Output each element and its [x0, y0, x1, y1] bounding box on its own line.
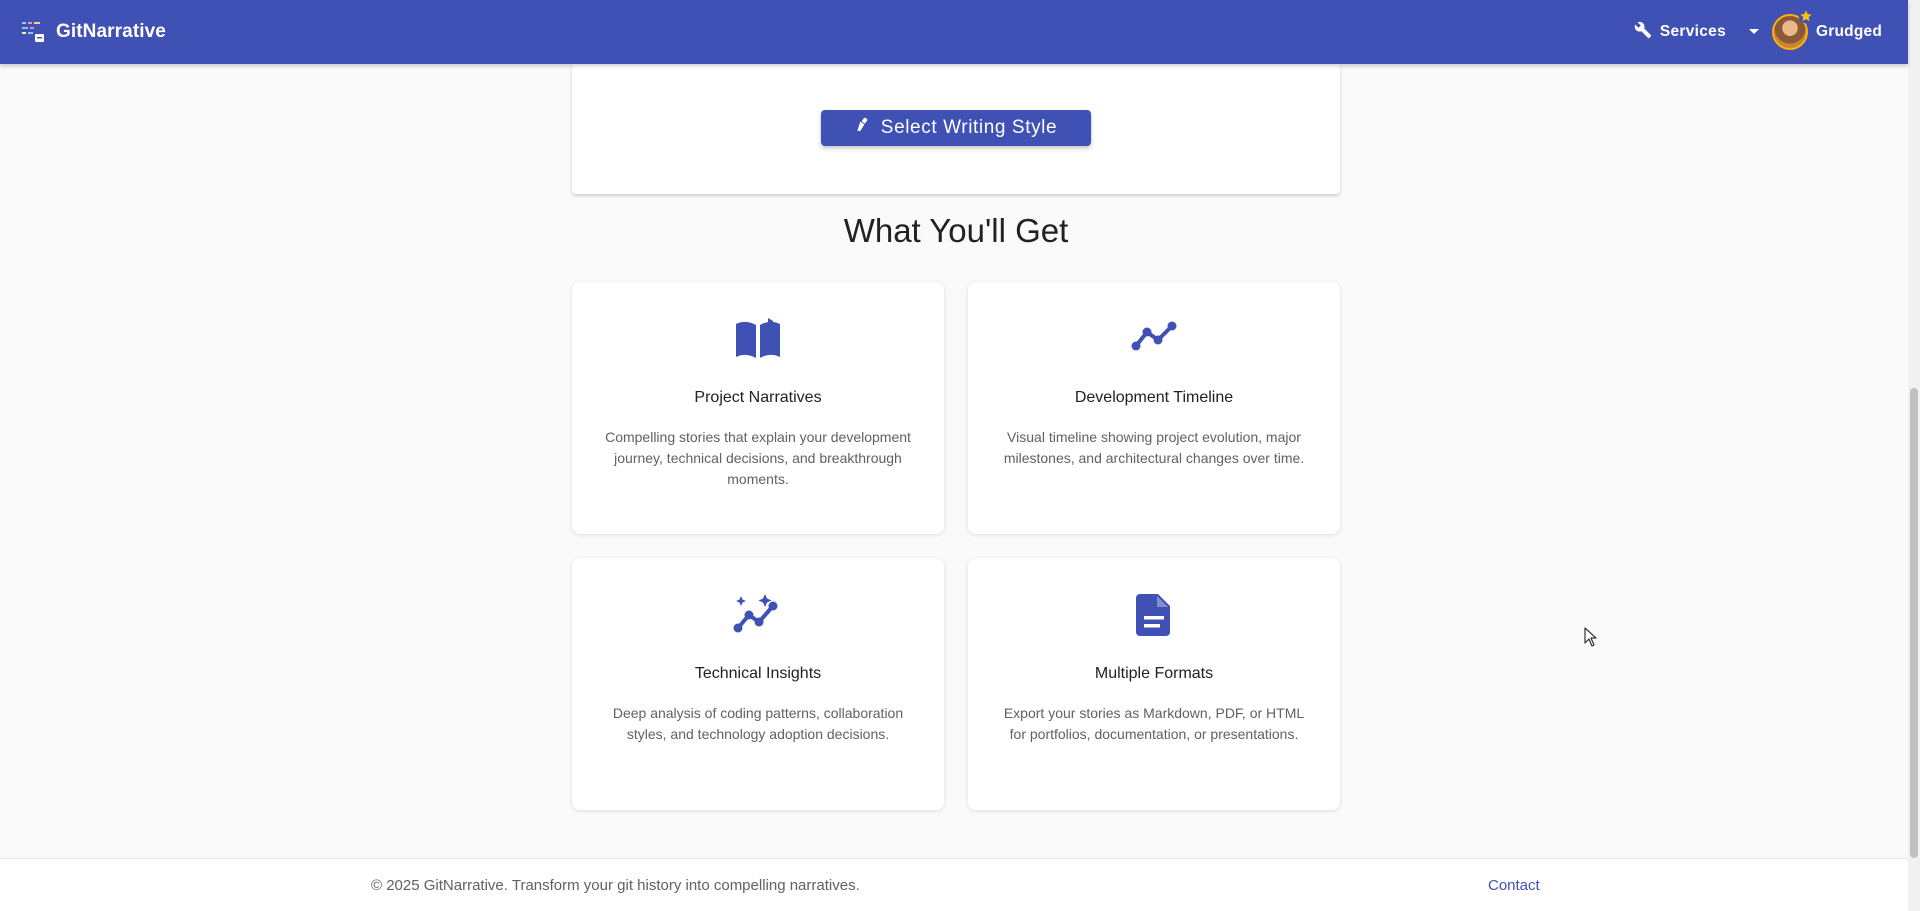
scrollbar[interactable]: [1908, 0, 1920, 911]
document-icon: [968, 594, 1340, 636]
select-writing-style-label: Select Writing Style: [880, 117, 1058, 138]
feature-card-project-narratives: Project Narratives Compelling stories th…: [572, 282, 944, 534]
star-badge-icon: [1798, 8, 1814, 29]
chevron-down-icon[interactable]: [1748, 28, 1760, 36]
app-bar: GitNarrative Services Grudged: [0, 0, 1908, 64]
scrollbar-thumb[interactable]: [1910, 388, 1918, 858]
user-menu[interactable]: Grudged: [1772, 8, 1882, 50]
wrench-icon: [1634, 21, 1652, 44]
feature-title: Technical Insights: [694, 665, 822, 682]
feature-description: Compelling stories that explain your dev…: [605, 429, 911, 487]
feature-card-technical-insights: Technical Insights Deep analysis of codi…: [572, 558, 944, 810]
feature-title: Multiple Formats: [1094, 665, 1214, 682]
brand[interactable]: GitNarrative: [20, 17, 166, 48]
writing-style-card: Select Writing Style: [572, 64, 1340, 194]
section-title: What You'll Get: [843, 212, 1069, 249]
feature-title: Development Timeline: [1074, 389, 1234, 406]
feature-description: Visual timeline showing project evolutio…: [1003, 429, 1305, 466]
services-label: Services: [1659, 23, 1727, 40]
brand-name: GitNarrative: [56, 21, 166, 42]
feature-title: Project Narratives: [694, 389, 822, 406]
select-writing-style-button[interactable]: Select Writing Style: [821, 110, 1091, 146]
avatar-container: [1772, 8, 1814, 50]
book-open-icon: [572, 318, 944, 360]
services-button[interactable]: Services: [1626, 15, 1734, 50]
footer: © 2025 GitNarrative. Transform your git …: [0, 858, 1908, 911]
auto-graph-icon: [572, 594, 944, 634]
feature-description: Export your stories as Markdown, PDF, or…: [1003, 705, 1305, 742]
footer-copyright: © 2025 GitNarrative. Transform your git …: [371, 877, 860, 894]
feature-card-multiple-formats: Multiple Formats Export your stories as …: [968, 558, 1340, 810]
mouse-cursor-icon: [1584, 627, 1598, 652]
feature-card-development-timeline: Development Timeline Visual timeline sho…: [968, 282, 1340, 534]
timeline-icon: [968, 318, 1340, 354]
user-name: Grudged: [1816, 23, 1882, 40]
logo-icon: [20, 17, 46, 48]
contact-link[interactable]: Contact: [1488, 877, 1540, 894]
feature-description: Deep analysis of coding patterns, collab…: [612, 705, 904, 742]
brush-icon: [855, 117, 871, 139]
app-bar-actions: Services Grudged: [1626, 8, 1882, 50]
